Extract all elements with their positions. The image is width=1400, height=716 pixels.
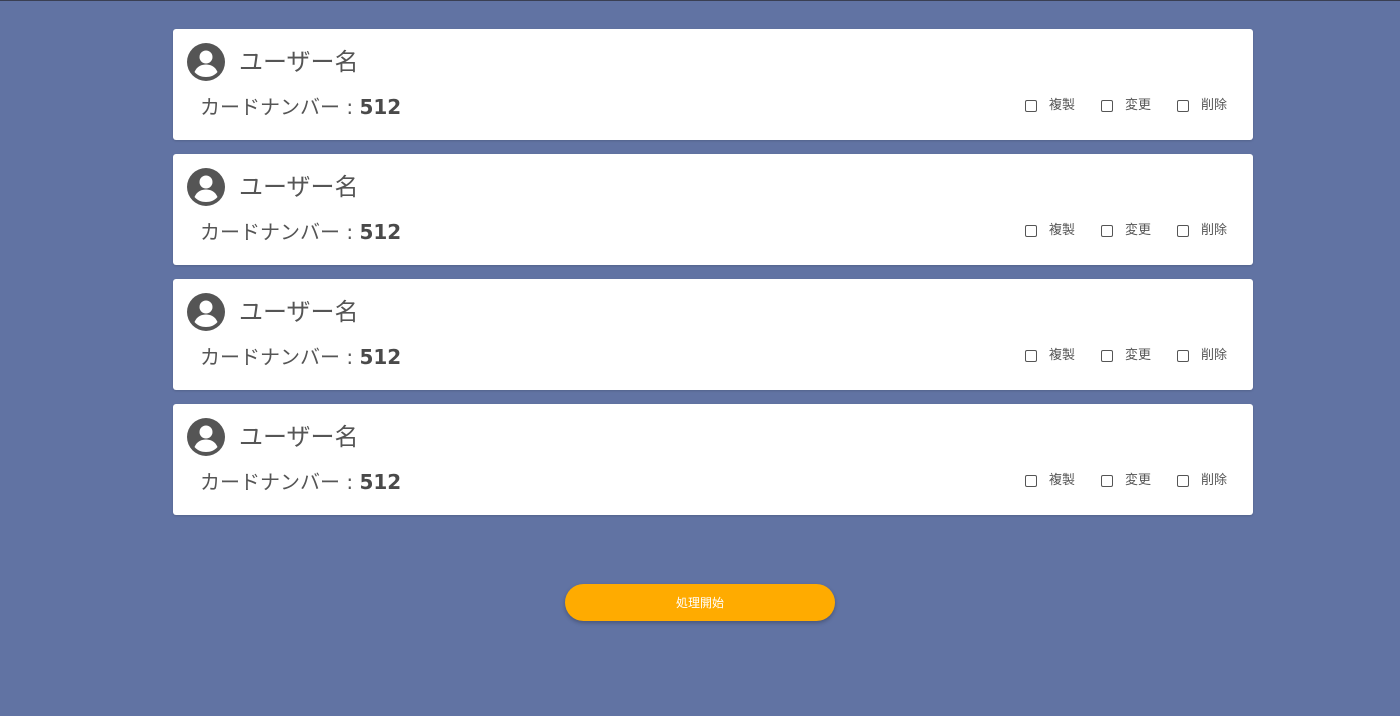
username: ユーザー名 [239,298,359,326]
card-number: カードナンバー : 512 [200,93,401,121]
user-card-list: ユーザー名 カードナンバー : 512 複製 変更 削除 ユーザー名 カードナン… [173,29,1253,529]
change-checkbox[interactable] [1100,350,1113,362]
delete-option[interactable]: 削除 [1176,223,1227,239]
change-option[interactable]: 変更 [1100,473,1151,489]
duplicate-label: 複製 [1048,348,1075,363]
delete-checkbox[interactable] [1176,225,1189,237]
card-number-value: 512 [359,345,402,369]
user-card: ユーザー名 カードナンバー : 512 複製 変更 削除 [173,404,1253,515]
change-checkbox[interactable] [1100,225,1113,237]
card-number-value: 512 [359,220,402,244]
change-option[interactable]: 変更 [1100,223,1151,239]
change-label: 変更 [1124,223,1151,238]
duplicate-checkbox[interactable] [1024,475,1037,487]
card-number-label: カードナンバー : [200,470,360,494]
start-processing-button[interactable]: 処理開始 [565,584,835,621]
account-circle-icon [187,418,225,456]
card-number-value: 512 [359,95,402,119]
card-number-label: カードナンバー : [200,220,360,244]
duplicate-option[interactable]: 複製 [1024,348,1075,364]
duplicate-label: 複製 [1048,223,1075,238]
card-number-label: カードナンバー : [200,95,360,119]
duplicate-label: 複製 [1048,473,1075,488]
duplicate-checkbox[interactable] [1024,350,1037,362]
duplicate-option[interactable]: 複製 [1024,473,1075,489]
duplicate-option[interactable]: 複製 [1024,223,1075,239]
delete-checkbox[interactable] [1176,475,1189,487]
delete-checkbox[interactable] [1176,350,1189,362]
delete-label: 削除 [1200,473,1227,488]
duplicate-checkbox[interactable] [1024,100,1037,112]
card-number: カードナンバー : 512 [200,218,401,246]
card-number: カードナンバー : 512 [200,343,401,371]
change-label: 変更 [1124,98,1151,113]
username: ユーザー名 [239,423,359,451]
user-card: ユーザー名 カードナンバー : 512 複製 変更 削除 [173,279,1253,390]
change-option[interactable]: 変更 [1100,98,1151,114]
change-option[interactable]: 変更 [1100,348,1151,364]
change-label: 変更 [1124,348,1151,363]
change-checkbox[interactable] [1100,475,1113,487]
card-number-label: カードナンバー : [200,345,360,369]
duplicate-label: 複製 [1048,98,1075,113]
delete-checkbox[interactable] [1176,100,1189,112]
card-number: カードナンバー : 512 [200,468,401,496]
delete-label: 削除 [1200,223,1227,238]
action-checkboxes: 複製 変更 削除 [1024,348,1227,364]
change-checkbox[interactable] [1100,100,1113,112]
change-label: 変更 [1124,473,1151,488]
action-checkboxes: 複製 変更 削除 [1024,98,1227,114]
delete-option[interactable]: 削除 [1176,473,1227,489]
action-checkboxes: 複製 変更 削除 [1024,223,1227,239]
duplicate-checkbox[interactable] [1024,225,1037,237]
card-number-value: 512 [359,470,402,494]
user-card: ユーザー名 カードナンバー : 512 複製 変更 削除 [173,29,1253,140]
delete-label: 削除 [1200,348,1227,363]
delete-option[interactable]: 削除 [1176,348,1227,364]
user-card: ユーザー名 カードナンバー : 512 複製 変更 削除 [173,154,1253,265]
duplicate-option[interactable]: 複製 [1024,98,1075,114]
account-circle-icon [187,43,225,81]
action-checkboxes: 複製 変更 削除 [1024,473,1227,489]
account-circle-icon [187,168,225,206]
delete-option[interactable]: 削除 [1176,98,1227,114]
username: ユーザー名 [239,173,359,201]
delete-label: 削除 [1200,98,1227,113]
username: ユーザー名 [239,48,359,76]
account-circle-icon [187,293,225,331]
